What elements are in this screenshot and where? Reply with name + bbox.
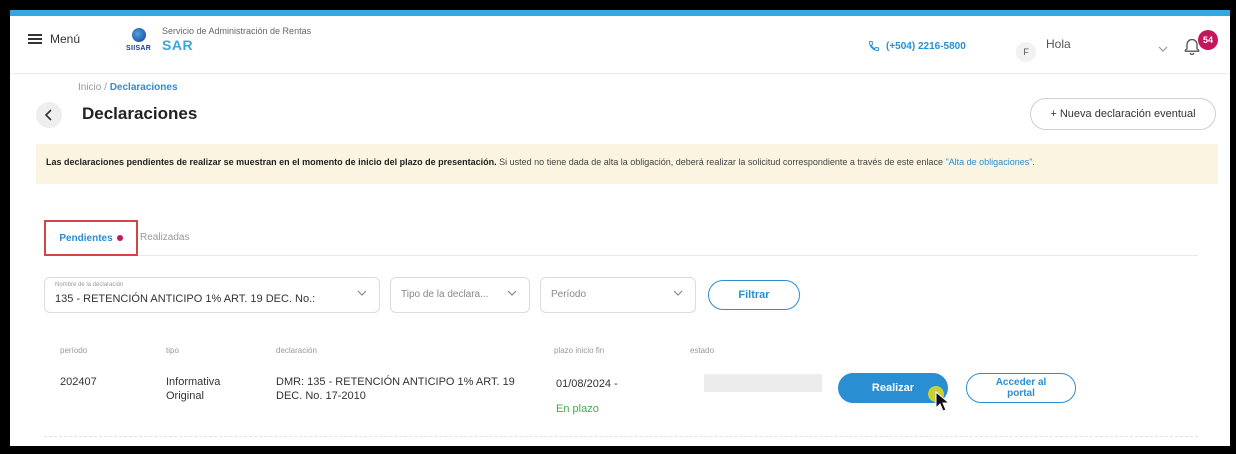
sar-logo[interactable]: SIISAR Servicio de Administración de Ren… (126, 26, 311, 53)
greeting: Hola (1046, 37, 1071, 51)
row-separator (44, 436, 1198, 437)
declaration-select[interactable]: Nombre de la declaración 135 - RETENCIÓN… (44, 277, 380, 313)
type-select[interactable]: Tipo de la declara... (390, 277, 530, 313)
header: Menú SIISAR Servicio de Administración d… (10, 16, 1230, 74)
cell-periodo: 202407 (60, 376, 97, 388)
new-declaration-button[interactable]: + Nueva declaración eventual (1030, 98, 1216, 130)
alta-obligaciones-link[interactable]: "Alta de obligaciones" (945, 157, 1032, 167)
declaration-select-label: Nombre de la declaración (55, 282, 124, 288)
tab-pendientes-label: Pendientes (59, 232, 113, 244)
avatar[interactable]: F (1016, 42, 1036, 62)
cell-declaracion-line1: DMR: 135 - RETENCIÓN ANTICIPO 1% ART. 19 (276, 376, 515, 388)
type-select-placeholder: Tipo de la declara... (401, 289, 489, 300)
breadcrumb-home[interactable]: Inicio (78, 82, 101, 93)
app-frame: Menú SIISAR Servicio de Administración d… (10, 10, 1230, 446)
notice-text: Si usted no tiene dada de alta la obliga… (496, 157, 946, 167)
notice-bold: Las declaraciones pendientes de realizar… (46, 157, 497, 167)
period-select-placeholder: Período (551, 289, 587, 300)
header-estado: estado (690, 346, 715, 355)
globe-logo-icon (132, 28, 146, 42)
cell-plazo-status: En plazo (556, 403, 599, 415)
logo-name: SAR (162, 37, 194, 53)
breadcrumb: Inicio / Declaraciones (78, 82, 178, 93)
cell-tipo-line1: Informativa (166, 376, 221, 388)
filter-button[interactable]: Filtrar (708, 280, 800, 310)
mouse-cursor-icon (928, 386, 951, 412)
acceder-portal-button[interactable]: Acceder al portal (966, 373, 1076, 403)
logo-subtitle: Servicio de Administración de Rentas (162, 26, 312, 36)
cell-tipo-line2: Original (166, 390, 204, 402)
tab-realizadas[interactable]: Realizadas (140, 232, 189, 243)
cell-plazo: 01/08/2024 - (556, 378, 618, 390)
chevron-down-icon (357, 290, 367, 296)
chevron-down-icon (507, 290, 517, 296)
breadcrumb-separator: / (101, 82, 110, 93)
header-declaracion: declaración (276, 346, 317, 355)
header-tipo: tipo (166, 346, 179, 355)
phone-link[interactable]: (+504) 2216-5800 (868, 40, 966, 52)
chevron-down-icon (673, 290, 683, 296)
notification-badge: 54 (1198, 30, 1218, 50)
header-plazo: plazo inicio fin (554, 346, 605, 355)
menu-label: Menú (50, 32, 81, 46)
phone-number: (+504) 2216-5800 (886, 40, 966, 52)
tab-pendientes[interactable]: Pendientes (44, 220, 138, 256)
declaration-select-value: 135 - RETENCIÓN ANTICIPO 1% ART. 19 DEC.… (55, 293, 316, 305)
chevron-left-icon (44, 109, 52, 121)
logo-abbr: SIISAR (126, 45, 152, 52)
tabs: Pendientes Realizadas (44, 220, 1198, 256)
page-title: Declaraciones (82, 104, 198, 123)
estado-placeholder (704, 374, 822, 392)
cell-declaracion-line2: DEC. No. 17-2010 (276, 390, 366, 402)
info-notice: Las declaraciones pendientes de realizar… (36, 144, 1218, 184)
breadcrumb-current: Declaraciones (109, 82, 178, 93)
chevron-down-icon[interactable] (1158, 46, 1168, 52)
header-periodo: período (60, 346, 88, 355)
phone-icon (868, 41, 879, 52)
hamburger-icon (28, 34, 42, 44)
notice-end: . (1032, 157, 1035, 167)
portal-button-label: Acceder al portal (995, 377, 1047, 399)
period-select[interactable]: Período (540, 277, 696, 313)
back-button[interactable] (36, 102, 62, 128)
pending-dot-icon (116, 235, 123, 241)
menu-button[interactable]: Menú (28, 32, 80, 46)
